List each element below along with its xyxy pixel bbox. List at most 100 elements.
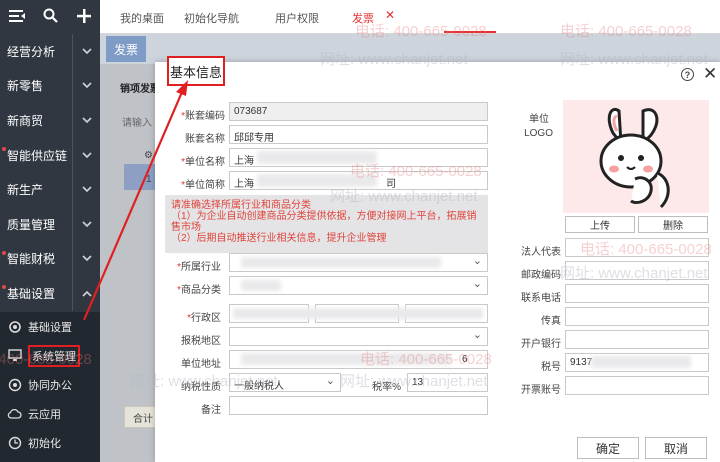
account-name-label: 账套名称 (185, 134, 225, 145)
sidebar-item-label: 智能财税 (7, 252, 56, 267)
tax-rate-label: 税率% (372, 382, 401, 393)
invoice-account-field[interactable] (565, 376, 709, 395)
chevron-down-icon[interactable] (72, 34, 100, 69)
sidebar-item-label: 新零售 (7, 79, 44, 94)
monitor-icon (7, 348, 22, 363)
tab-user-rights[interactable]: 用户权限 (275, 10, 319, 26)
redaction-blur (257, 151, 377, 164)
notification-dot (2, 285, 6, 290)
industry-notice: 请准确选择所属行业和商品分类 （1）为企业自动创建商品分类提供依据，方便对接网上… (165, 195, 488, 253)
taxpayer-select[interactable]: 一般纳税人 (229, 373, 341, 392)
sidebar-item-label: 经营分析 (7, 44, 56, 59)
sidebar-item[interactable]: 新生产 (0, 172, 100, 207)
label-text: 单位名称 (185, 157, 225, 168)
notice-line-1: 请准确选择所属行业和商品分类 (171, 200, 311, 211)
page-total-label: 合计 (133, 413, 153, 425)
tab-bar: 我的桌面 初始化导航 用户权限 发票 ✕ (100, 0, 720, 34)
ok-button[interactable]: 确定 (577, 437, 639, 459)
sidebar-item-label: 质量管理 (7, 217, 56, 232)
settings-icon (7, 319, 22, 334)
delete-button[interactable]: 删除 (638, 216, 708, 233)
fax-field[interactable] (565, 307, 709, 326)
chevron-down-icon[interactable] (72, 276, 100, 311)
tax-area-label: 报税地区 (181, 336, 221, 347)
page-input-hint: 请输入 (122, 118, 152, 129)
cancel-button[interactable]: 取消 (645, 437, 707, 459)
phone-field[interactable] (565, 284, 709, 303)
region-label: *行政区 (187, 313, 221, 324)
tab-my-desktop[interactable]: 我的桌面 (120, 10, 164, 26)
close-icon[interactable]: ✕ (703, 64, 717, 84)
page-title: 发票 (106, 36, 146, 62)
sub-item-basic-settings[interactable]: 基础设置 (0, 312, 100, 341)
legal-rep-field[interactable] (565, 238, 709, 257)
sidebar-item[interactable]: 智能供应链 (0, 137, 100, 173)
page-row-no: 1 (146, 174, 152, 185)
fax-label: 传真 (541, 316, 561, 327)
phone-label: 联系电话 (521, 293, 561, 304)
add-icon[interactable] (76, 8, 91, 26)
label-text: 账套编码 (185, 111, 225, 122)
redaction-blur (241, 280, 281, 291)
sub-menu: 基础设置 系统管理 协同办公 云应用 初始化 (0, 312, 100, 462)
sidebar-item[interactable]: 新零售 (0, 68, 100, 104)
chevron-down-icon[interactable] (72, 68, 100, 104)
upload-button[interactable]: 上传 (565, 216, 635, 233)
sidebar-item-label: 基础设置 (7, 286, 56, 301)
tax-area-select[interactable] (229, 327, 488, 346)
sub-item-init[interactable]: 初始化 (0, 428, 100, 457)
tab-active-indicator (444, 31, 496, 33)
sidebar-item[interactable]: 新商贸 (0, 103, 100, 138)
logo-label-unit: 单位 (529, 114, 549, 125)
sub-item-collaboration[interactable]: 协同办公 (0, 370, 100, 399)
sidebar-item[interactable]: 经营分析 (0, 34, 100, 69)
bank-field[interactable] (565, 330, 709, 349)
basic-info-dialog: 基本信息 ? ✕ *账套编码 073687 账套名称 邱邱专用 *单位名称 上海… (155, 56, 720, 462)
sidebar-item[interactable]: 基础设置 (0, 276, 100, 311)
page-subtitle: 销项发票 (120, 84, 160, 95)
help-icon[interactable]: ? (681, 68, 694, 81)
menu-collapse-icon[interactable] (9, 9, 26, 26)
tab-invoice[interactable]: 发票 (352, 10, 374, 26)
redaction-blur (233, 308, 483, 319)
chevron-down-icon[interactable] (72, 206, 100, 242)
search-icon[interactable] (43, 8, 59, 26)
rabbit-logo-icon (599, 107, 670, 208)
legal-rep-label: 法人代表 (521, 247, 561, 258)
page-gear-icon[interactable]: ⚙ (144, 150, 153, 161)
tab-init-nav[interactable]: 初始化导航 (184, 10, 239, 26)
sub-item-label: 云应用 (28, 408, 61, 421)
redaction-blur (241, 257, 441, 268)
label-text: 单位简称 (185, 180, 225, 191)
sidebar-item[interactable]: 智能财税 (0, 241, 100, 277)
address-tail: 6 (462, 354, 468, 365)
redaction-blur (257, 174, 377, 187)
account-name-field[interactable]: 邱邱专用 (229, 125, 488, 144)
sidebar-toolbar (0, 0, 100, 34)
chevron-down-icon[interactable] (72, 137, 100, 173)
postcode-field[interactable] (565, 261, 709, 280)
industry-label: *所属行业 (177, 262, 221, 273)
postcode-label: 邮政编码 (521, 270, 561, 281)
tax-rate-field[interactable]: 13 (407, 373, 488, 392)
label-text: 商品分类 (181, 285, 221, 296)
goods-class-label: *商品分类 (177, 285, 221, 296)
sidebar-item[interactable]: 质量管理 (0, 206, 100, 242)
sub-item-cloud-app[interactable]: 云应用 (0, 399, 100, 428)
sub-item-system-management[interactable]: 系统管理 (0, 341, 100, 370)
chevron-down-icon[interactable] (72, 103, 100, 138)
notice-line-3: （2）后期自动推送行业相关信息，提升企业管理 (171, 233, 387, 244)
tax-no-label: 税号 (541, 362, 561, 373)
logo-label-logo: LOGO (524, 128, 553, 139)
sub-item-label: 初始化 (28, 437, 61, 450)
cloud-icon (7, 406, 22, 421)
chevron-down-icon[interactable] (72, 172, 100, 207)
notice-line-2: （1）为企业自动创建商品分类提供依据，方便对接网上平台，拓展销售市场 (171, 211, 477, 233)
sidebar-item-label: 新商贸 (7, 113, 44, 128)
remark-field[interactable] (229, 396, 488, 415)
tab-close-icon[interactable]: ✕ (385, 8, 395, 22)
sidebar-item-label: 智能供应链 (7, 148, 68, 163)
account-code-label: *账套编码 (181, 111, 225, 122)
collab-icon (7, 377, 22, 392)
chevron-down-icon[interactable] (72, 241, 100, 277)
